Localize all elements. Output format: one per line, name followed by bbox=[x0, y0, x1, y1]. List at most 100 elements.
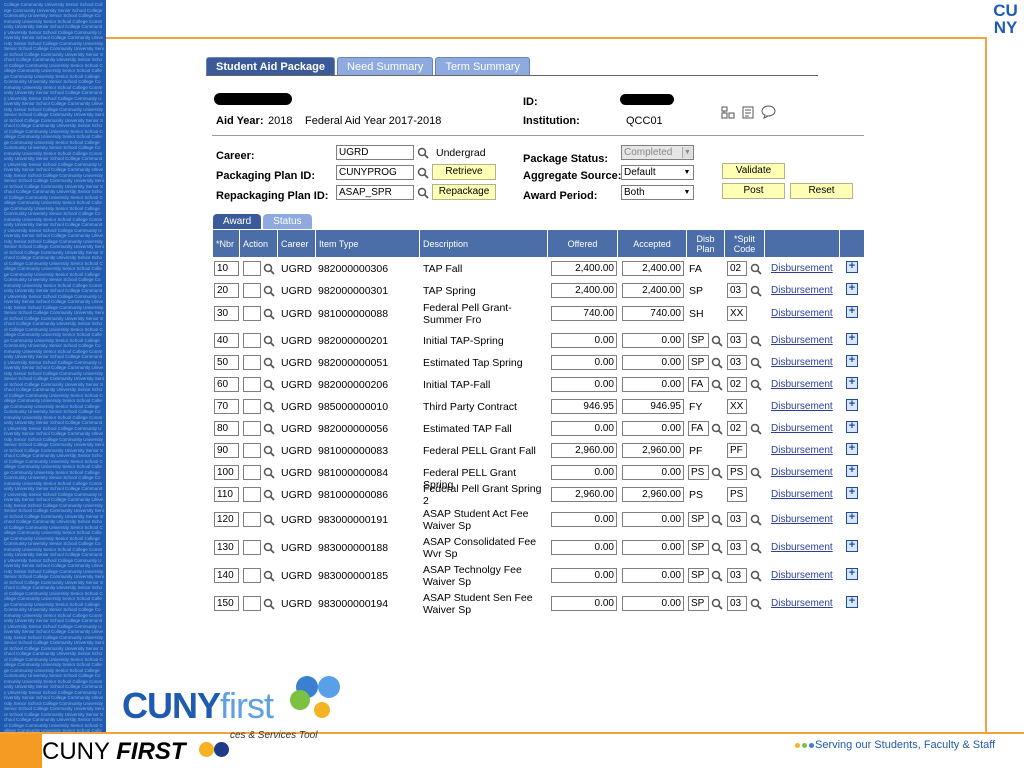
validate-button[interactable]: Validate bbox=[722, 163, 785, 179]
disbursement-link[interactable]: Disbursement bbox=[771, 514, 833, 525]
split-code-input[interactable]: 03 bbox=[727, 568, 747, 583]
action-input[interactable] bbox=[243, 487, 261, 502]
tab-term-summary[interactable]: Term Summary bbox=[435, 57, 530, 75]
action-input[interactable] bbox=[243, 261, 261, 276]
split-code-lookup-icon[interactable] bbox=[750, 357, 762, 369]
disb-plan-lookup-icon[interactable] bbox=[711, 335, 723, 347]
comment-bubble-icon[interactable] bbox=[761, 105, 776, 119]
nbr-input[interactable]: 20 bbox=[214, 283, 239, 298]
offered-input[interactable]: 0.00 bbox=[551, 377, 617, 392]
notepad-icon[interactable] bbox=[742, 106, 755, 119]
add-row-icon[interactable]: + bbox=[846, 306, 858, 318]
subtab-status[interactable]: Status bbox=[263, 214, 312, 229]
action-input[interactable] bbox=[243, 399, 261, 414]
split-code-input[interactable]: XX bbox=[727, 306, 747, 321]
disb-plan-lookup-icon[interactable] bbox=[711, 379, 723, 391]
retrieve-button[interactable]: Retrieve bbox=[432, 164, 496, 180]
disb-plan-input[interactable]: SP bbox=[688, 333, 709, 348]
accepted-input[interactable]: 0.00 bbox=[622, 465, 684, 480]
action-lookup-icon[interactable] bbox=[263, 542, 275, 554]
add-row-icon[interactable]: + bbox=[846, 333, 858, 345]
disbursement-link[interactable]: Disbursement bbox=[771, 489, 833, 500]
disbursement-link[interactable]: Disbursement bbox=[771, 401, 833, 412]
disbursement-link[interactable]: Disbursement bbox=[771, 357, 833, 368]
disb-plan-lookup-icon[interactable] bbox=[711, 542, 723, 554]
disbursement-link[interactable]: Disbursement bbox=[771, 570, 833, 581]
action-lookup-icon[interactable] bbox=[263, 423, 275, 435]
action-lookup-icon[interactable] bbox=[263, 445, 275, 457]
packaging-plan-input[interactable]: CUNYPROG bbox=[336, 165, 414, 180]
repackaging-plan-input[interactable]: ASAP_SPR bbox=[336, 185, 414, 200]
offered-input[interactable]: 0.00 bbox=[551, 333, 617, 348]
nbr-input[interactable]: 50 bbox=[214, 355, 239, 370]
split-code-input[interactable]: 03 bbox=[727, 333, 747, 348]
disb-plan-input[interactable]: SP bbox=[688, 540, 709, 555]
offered-input[interactable]: 0.00 bbox=[551, 512, 617, 527]
split-code-lookup-icon[interactable] bbox=[750, 514, 762, 526]
add-row-icon[interactable]: + bbox=[846, 421, 858, 433]
org-chart-icon[interactable] bbox=[721, 106, 735, 119]
disb-plan-input[interactable]: SP bbox=[688, 596, 709, 611]
action-lookup-icon[interactable] bbox=[263, 401, 275, 413]
disb-plan-lookup-icon[interactable] bbox=[711, 467, 723, 479]
add-row-icon[interactable]: + bbox=[846, 596, 858, 608]
disb-plan-input[interactable]: FA bbox=[688, 377, 709, 392]
accepted-input[interactable]: 0.00 bbox=[622, 355, 684, 370]
action-lookup-icon[interactable] bbox=[263, 489, 275, 501]
action-lookup-icon[interactable] bbox=[263, 285, 275, 297]
accepted-input[interactable]: 0.00 bbox=[622, 421, 684, 436]
split-code-lookup-icon[interactable] bbox=[750, 285, 762, 297]
accepted-input[interactable]: 2,960.00 bbox=[622, 487, 684, 502]
disb-plan-input[interactable]: PS bbox=[688, 465, 709, 480]
nbr-input[interactable]: 100 bbox=[214, 465, 239, 480]
offered-input[interactable]: 2,400.00 bbox=[551, 261, 617, 276]
action-lookup-icon[interactable] bbox=[263, 335, 275, 347]
split-code-input[interactable]: PF bbox=[727, 443, 747, 458]
disbursement-link[interactable]: Disbursement bbox=[771, 423, 833, 434]
action-input[interactable] bbox=[243, 465, 261, 480]
nbr-input[interactable]: 150 bbox=[214, 596, 239, 611]
disb-plan-input[interactable]: FA bbox=[688, 421, 709, 436]
split-code-input[interactable]: 03 bbox=[727, 512, 747, 527]
disb-plan-lookup-icon[interactable] bbox=[711, 570, 723, 582]
add-row-icon[interactable]: + bbox=[846, 377, 858, 389]
nbr-input[interactable]: 120 bbox=[214, 512, 239, 527]
nbr-input[interactable]: 30 bbox=[214, 306, 239, 321]
tab-need-summary[interactable]: Need Summary bbox=[337, 57, 434, 75]
split-code-input[interactable]: 03 bbox=[727, 283, 747, 298]
action-lookup-icon[interactable] bbox=[263, 514, 275, 526]
disbursement-link[interactable]: Disbursement bbox=[771, 308, 833, 319]
action-input[interactable] bbox=[243, 355, 261, 370]
add-row-icon[interactable]: + bbox=[846, 399, 858, 411]
award-period-select[interactable]: Both ▼ bbox=[621, 185, 694, 200]
packaging-plan-lookup-icon[interactable] bbox=[417, 167, 429, 179]
split-code-lookup-icon[interactable] bbox=[750, 570, 762, 582]
action-input[interactable] bbox=[243, 377, 261, 392]
action-lookup-icon[interactable] bbox=[263, 379, 275, 391]
add-row-icon[interactable]: + bbox=[846, 283, 858, 295]
offered-input[interactable]: 946.95 bbox=[551, 399, 617, 414]
split-code-input[interactable]: PS bbox=[727, 465, 747, 480]
offered-input[interactable]: 0.00 bbox=[551, 355, 617, 370]
tab-student-aid-package[interactable]: Student Aid Package bbox=[206, 57, 336, 75]
nbr-input[interactable]: 130 bbox=[214, 540, 239, 555]
accepted-input[interactable]: 2,400.00 bbox=[622, 261, 684, 276]
action-lookup-icon[interactable] bbox=[263, 467, 275, 479]
accepted-input[interactable]: 0.00 bbox=[622, 596, 684, 611]
aggregate-source-select[interactable]: Default ▼ bbox=[621, 165, 694, 180]
action-input[interactable] bbox=[243, 306, 261, 321]
disb-plan-input[interactable]: SP bbox=[688, 568, 709, 583]
add-row-icon[interactable]: + bbox=[846, 568, 858, 580]
disbursement-link[interactable]: Disbursement bbox=[771, 467, 833, 478]
disbursement-link[interactable]: Disbursement bbox=[771, 285, 833, 296]
action-input[interactable] bbox=[243, 283, 261, 298]
split-code-input[interactable]: XX bbox=[727, 399, 747, 414]
offered-input[interactable]: 0.00 bbox=[551, 596, 617, 611]
split-code-input[interactable]: PS bbox=[727, 487, 747, 502]
action-lookup-icon[interactable] bbox=[263, 570, 275, 582]
action-input[interactable] bbox=[243, 421, 261, 436]
nbr-input[interactable]: 90 bbox=[214, 443, 239, 458]
add-row-icon[interactable]: + bbox=[846, 512, 858, 524]
action-input[interactable] bbox=[243, 443, 261, 458]
nbr-input[interactable]: 80 bbox=[214, 421, 239, 436]
